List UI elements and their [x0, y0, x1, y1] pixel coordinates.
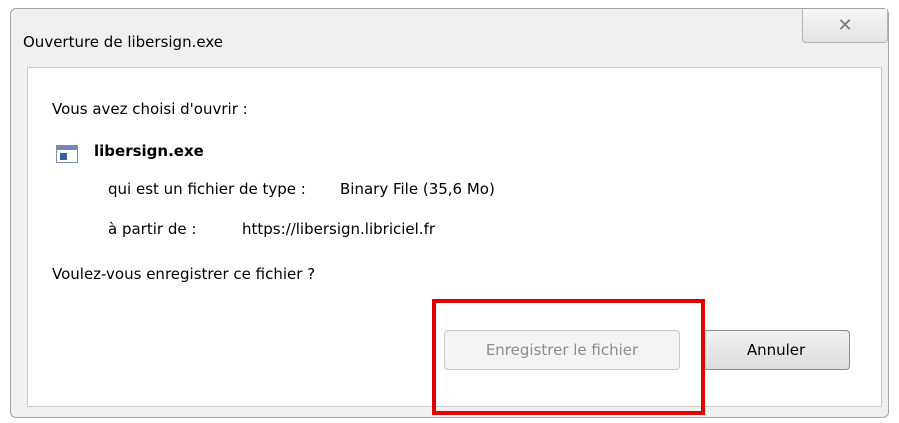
close-icon: ✕	[837, 15, 853, 36]
save-question: Voulez-vous enregistrer ce fichier ?	[52, 265, 316, 283]
highlight-box	[432, 299, 705, 415]
file-type-label: qui est un fichier de type :	[108, 180, 306, 198]
file-name: libersign.exe	[94, 142, 204, 160]
close-button[interactable]: ✕	[802, 9, 888, 43]
source-label: à partir de :	[108, 220, 197, 238]
intro-text: Vous avez choisi d'ouvrir :	[52, 100, 248, 118]
dialog-title: Ouverture de libersign.exe	[23, 33, 223, 51]
cancel-button[interactable]: Annuler	[702, 330, 850, 370]
source-url: https://libersign.libriciel.fr	[242, 220, 436, 238]
cancel-button-label: Annuler	[746, 341, 806, 359]
executable-file-icon	[56, 145, 78, 163]
title-bar: Ouverture de libersign.exe ✕	[11, 9, 888, 67]
file-type-value: Binary File (35,6 Mo)	[340, 180, 495, 198]
